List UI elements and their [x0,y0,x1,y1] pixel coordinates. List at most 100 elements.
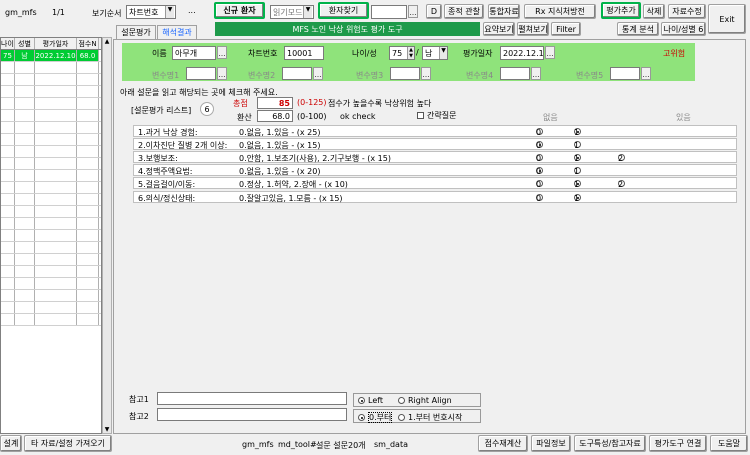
var-field-4[interactable] [500,67,530,80]
answer-options-text: 0.정상, 1.허약, 2.장애 - (x 10) [239,180,348,189]
page-indicator: 1/1 [52,8,65,17]
tool-info-button[interactable]: 도구특성/참고자료 [574,435,646,452]
delete-button[interactable]: 삭제 [643,4,665,19]
note2-label: 참고2 [129,412,149,421]
integrated-data-button[interactable]: 통합자료 [488,4,520,19]
radio-icon [358,397,365,404]
chart-number-field[interactable]: 10001 [284,46,324,60]
d-button[interactable]: D [426,4,442,19]
banner-title: MFS 노인 낙상 위험도 평가 도구 [215,22,480,36]
col-none-label: 없음 [543,113,558,122]
grid-header: 나이 성별 평가일자 점수N [1,38,101,50]
question-row: 5.걸음걸이/이동: 0.정상, 1.허약, 2.장애 - (x 10) 0 1 2 [133,177,737,189]
chevron-down-icon: ▼ [165,6,174,18]
find-patient-button[interactable]: 환자찾기 [318,2,369,19]
sex-select[interactable]: 남 ▼ [422,46,448,60]
chevron-down-icon: ▼ [104,426,110,433]
age-sex-label: 나이/성 [352,49,377,58]
converted-desc: ok check [340,112,376,121]
name-field[interactable]: 아무개 [172,46,216,60]
expand-button[interactable]: 펼쳐보기 [517,22,549,36]
longitudinal-button[interactable]: 종적 관찰 [444,4,484,19]
var-field-2[interactable] [282,67,312,80]
var-label-4: 변수명4 [466,71,494,80]
name-dots-button[interactable]: … [217,46,227,59]
file-info-button[interactable]: 파일정보 [531,435,571,452]
risk-label: 고위험 [663,49,686,58]
exit-button[interactable]: Exit [708,4,746,34]
spinner-icon: ▲ ▼ [407,47,414,59]
var-field-3[interactable] [390,67,420,80]
var-label-3: 변수명3 [356,71,384,80]
var-dots-5[interactable]: … [641,67,651,80]
rx-knowledge-button[interactable]: Rx 지식처방전 [524,4,596,19]
new-patient-button[interactable]: 신규 환자 [214,2,265,19]
question-text: 5.걸음걸이/이동: [138,180,196,189]
find-patient-input[interactable] [371,5,407,19]
score-recalc-button[interactable]: 점수재계산 [478,435,528,452]
age-sex-stats-button[interactable]: 나이/성별 6 [661,22,706,36]
align-right-radio[interactable]: Right Align [398,396,452,405]
note2-field[interactable] [157,408,347,421]
summary-button[interactable]: 요약보기 [483,22,515,36]
answer-options-text: 0.안함, 1.보조기(사용), 2.기구보행 - (x 15) [239,154,391,163]
var-label-2: 변수명2 [248,71,276,80]
read-mode-select[interactable]: 읽기모드 ▼ [270,5,314,19]
view-order-select[interactable]: 차트번호 ▼ [126,5,176,19]
find-patient-dots-button[interactable]: … [408,5,418,18]
question-text: 4.정맥주액요법: [138,167,193,176]
var-label-1: 변수명1 [152,71,180,80]
var-dots-1[interactable]: … [217,67,227,80]
radio-icon [398,414,405,421]
patient-grid[interactable]: 나이 성별 평가일자 점수N 75 남 2022.12.10 68.0 [0,37,102,434]
table-row[interactable]: 75 남 2022.12.10 68.0 [1,50,101,62]
note1-field[interactable] [157,392,347,405]
name-label: 이름 [152,49,167,58]
eval-date-field[interactable]: 2022.12.10 [500,46,544,60]
grid-scrollbar[interactable]: ▲ ▼ [102,37,112,434]
help-button[interactable]: 도움말 [710,435,748,452]
link-tool-button[interactable]: 평가도구 연결 [649,435,707,452]
edit-data-button[interactable]: 자료수정 [668,4,706,19]
status-4: sm_data [374,440,408,449]
eval-date-label: 평가일자 [463,49,493,58]
start-zero-radio[interactable]: 0.부터 [358,412,393,423]
var-dots-4[interactable]: … [531,67,541,80]
status-3: 설문 설문20개 [316,441,366,450]
stats-button[interactable]: 통계 분석 [617,22,659,36]
more-dots[interactable]: ... [188,6,196,15]
eval-date-dots-button[interactable]: … [545,46,555,59]
converted-score-field: 68.0 [257,110,293,122]
converted-label: 환산 [237,113,252,122]
question-row: 4.정맥주액요법: 0.없음, 1.있음 - (x 20) 0 1 [133,164,737,176]
import-data-button[interactable]: 타 자료/설정 가져오기 [24,435,112,452]
var-field-5[interactable] [610,67,640,80]
settings-button[interactable]: 설계 [0,435,22,452]
brief-checkbox[interactable]: 간략질문 [417,110,456,121]
question-row: 2.이차진단 질병 2개 이상: 0.없음, 1.있음 - (x 15) 0 1 [133,138,737,150]
age-spinner[interactable]: 75 ▲ ▼ [389,46,415,60]
total-desc: 점수가 높을수록 낙상위험 높다 [328,99,432,108]
tab-survey[interactable]: 설문평가 [116,25,156,39]
align-left-radio[interactable]: Left [358,396,383,405]
answer-options-text: 0.잘알고있음, 1.모름 - (x 15) [239,194,343,203]
checkbox-icon [417,112,424,119]
chevron-down-icon: ▼ [439,47,447,59]
question-row: 6.의식/정신상태: 0.잘알고있음, 1.모름 - (x 15) 0 1 [133,191,737,203]
converted-range: (0-100) [297,112,327,121]
total-score-field: 85 [257,97,293,109]
answer-options-text: 0.없음, 1.있음 - (x 20) [239,167,321,176]
tab-results[interactable]: 해석결과 [157,25,197,39]
var-dots-2[interactable]: … [313,67,323,80]
add-evaluation-button[interactable]: 평가추가 [601,2,641,19]
radio-icon [398,397,405,404]
question-text: 6.의식/정신상태: [138,194,196,203]
chevron-up-icon: ▲ [104,38,110,45]
start-one-radio[interactable]: 1.부터 번호시작 [398,412,462,423]
chevron-down-icon: ▼ [303,6,312,18]
col-yes-label: 있음 [676,113,691,122]
var-field-1[interactable] [186,67,216,80]
var-dots-3[interactable]: … [421,67,431,80]
filter-button[interactable]: Filter [551,22,581,36]
total-range: (0-125) [297,98,327,107]
